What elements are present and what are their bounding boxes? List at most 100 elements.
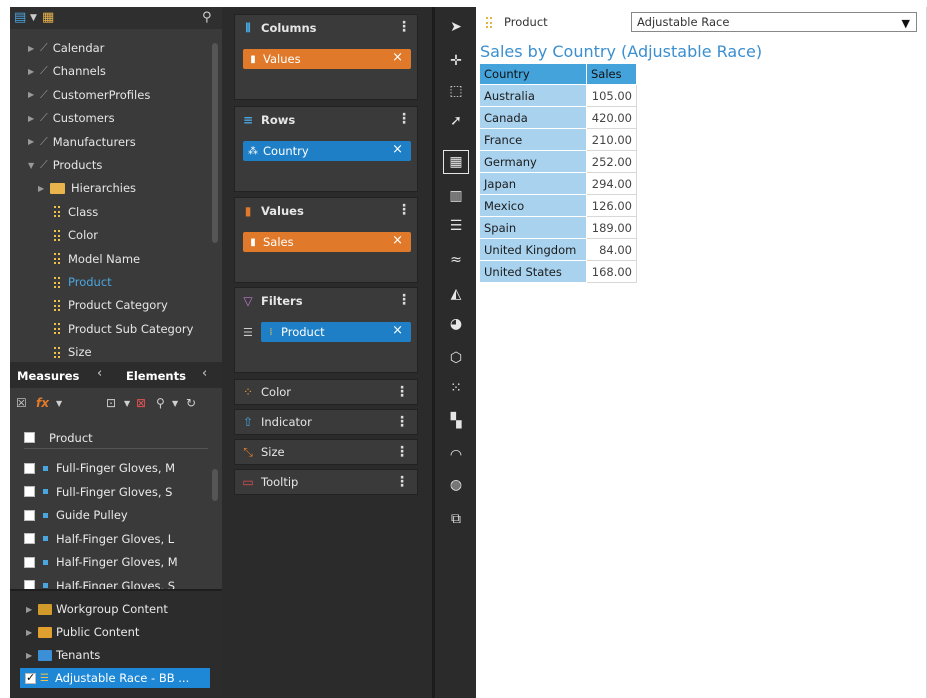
tree-item[interactable]: Product: [54, 271, 112, 293]
cursor-icon[interactable]: ➚: [443, 109, 469, 133]
values-well[interactable]: ▮ Values ⋮ ▮ Sales ×: [234, 197, 418, 283]
tree-item[interactable]: Size: [54, 341, 92, 363]
sales-cell[interactable]: 168.00: [586, 260, 637, 283]
sales-cell[interactable]: 420.00: [586, 106, 637, 129]
treemap-icon[interactable]: ▚: [443, 409, 469, 433]
country-cell[interactable]: United States: [479, 260, 587, 283]
country-cell[interactable]: France: [479, 128, 587, 151]
sales-cell[interactable]: 210.00: [586, 128, 637, 151]
sales-cell[interactable]: 84.00: [586, 238, 637, 261]
expand-arrow-icon[interactable]: ▶: [28, 67, 40, 76]
country-cell[interactable]: Canada: [479, 106, 587, 129]
members-scrollbar[interactable]: [212, 469, 218, 501]
chevron-left-icon[interactable]: ‹: [202, 366, 207, 381]
expand-arrow-icon[interactable]: ▶: [28, 114, 40, 123]
tooltip-well[interactable]: ▭ Tooltip ⋮: [234, 469, 418, 495]
refresh-icon[interactable]: ↻: [186, 396, 196, 410]
member-checkbox[interactable]: [24, 533, 35, 544]
content-tree-item[interactable]: ▶ Workgroup Content: [26, 599, 168, 619]
expand-arrow-icon[interactable]: ▶: [26, 605, 38, 614]
dropdown-caret-icon[interactable]: ▼: [124, 399, 130, 408]
member-checkbox[interactable]: [24, 509, 35, 521]
pointer-icon[interactable]: ➤: [443, 15, 469, 39]
size-well[interactable]: ⤡ Size ⋮: [234, 439, 418, 465]
expand-arrow-icon[interactable]: ▶: [26, 651, 38, 660]
member-checkbox[interactable]: [24, 486, 35, 497]
gauge-icon[interactable]: ◠: [443, 443, 469, 467]
member-list-item[interactable]: Guide Pulley: [24, 504, 128, 526]
country-cell[interactable]: United Kingdom: [479, 238, 587, 261]
dropdown-caret-icon[interactable]: ▼: [172, 399, 178, 408]
content-tree-item[interactable]: ▶ Tenants: [26, 645, 100, 665]
member-list-item[interactable]: Full-Finger Gloves, S: [24, 481, 172, 503]
remove-icon[interactable]: ×: [392, 323, 403, 338]
tree-item[interactable]: ▶ ⟋ Manufacturers: [28, 131, 136, 153]
chevron-left-icon[interactable]: ‹: [97, 366, 102, 381]
country-cell[interactable]: Mexico: [479, 194, 587, 217]
sales-cell[interactable]: 294.00: [586, 172, 637, 195]
search-icon[interactable]: ⚲: [156, 396, 165, 410]
member-list-item[interactable]: Half-Finger Gloves, L: [24, 528, 174, 550]
tree-item[interactable]: ▶ ⟋ Channels: [28, 60, 106, 82]
search-icon[interactable]: ⚲: [202, 10, 212, 25]
formula-icon[interactable]: fx: [36, 396, 49, 410]
more-options-icon[interactable]: ⋮: [395, 444, 409, 460]
tree-item[interactable]: Class: [54, 201, 98, 223]
remove-icon[interactable]: ×: [392, 50, 403, 65]
sales-cell[interactable]: 252.00: [586, 150, 637, 173]
tab-elements[interactable]: Elements: [126, 369, 186, 383]
tree-item[interactable]: ▶ ⟋ Customers: [28, 107, 115, 129]
more-options-icon[interactable]: ⋮: [397, 111, 411, 127]
collapse-arrow-icon[interactable]: ▼: [28, 161, 40, 170]
more-options-icon[interactable]: ⋮: [397, 202, 411, 218]
tree-item[interactable]: Product Category: [54, 294, 168, 316]
tree-scrollbar[interactable]: [212, 43, 218, 243]
select-all-checkbox[interactable]: [24, 432, 35, 443]
country-cell[interactable]: Japan: [479, 172, 587, 195]
country-cell[interactable]: Australia: [479, 84, 587, 107]
tree-item[interactable]: Product Sub Category: [54, 318, 193, 340]
tree-item[interactable]: ▶ ⟋ CustomerProfiles: [28, 84, 150, 106]
list-icon[interactable]: ☰: [443, 214, 469, 238]
country-cell[interactable]: Spain: [479, 216, 587, 239]
cube-icon[interactable]: ▦: [42, 10, 54, 25]
report-checkbox[interactable]: [25, 671, 36, 684]
select-region-icon[interactable]: ⬚: [443, 79, 469, 103]
area-chart-icon[interactable]: ◭: [443, 282, 469, 306]
grid-icon[interactable]: ▦: [443, 150, 469, 174]
tree-item[interactable]: Color: [54, 224, 98, 246]
clear-filter-icon[interactable]: ⊠: [136, 396, 146, 410]
rows-pill-country[interactable]: ⁂ Country ×: [243, 141, 411, 161]
dropdown-caret-icon[interactable]: ▼: [56, 399, 62, 408]
deselect-all-icon[interactable]: ☒: [16, 396, 27, 410]
column-header-country[interactable]: Country: [479, 63, 587, 85]
add-point-icon[interactable]: ✛: [443, 49, 469, 73]
member-list-item[interactable]: Full-Finger Gloves, M: [24, 457, 175, 479]
tree-view-icon[interactable]: ▤: [14, 10, 26, 25]
rows-well[interactable]: ≡ Rows ⋮ ⁂ Country ×: [234, 106, 418, 192]
expand-arrow-icon[interactable]: ▶: [28, 137, 40, 146]
pie-chart-icon[interactable]: ◕: [443, 312, 469, 336]
tree-item[interactable]: Model Name: [54, 248, 140, 270]
member-list-item[interactable]: Half-Finger Gloves, M: [24, 551, 178, 573]
radar-chart-icon[interactable]: ⬡: [443, 346, 469, 370]
content-tree-item[interactable]: ▶ Public Content: [26, 622, 139, 642]
color-well[interactable]: ⁘ Color ⋮: [234, 379, 418, 405]
custom-visual-icon[interactable]: ⧉: [443, 507, 469, 531]
line-chart-icon[interactable]: ≈: [443, 248, 469, 272]
tree-item[interactable]: ▶ Hierarchies: [38, 177, 136, 199]
columns-pill-values[interactable]: ▮ Values ×: [243, 49, 411, 69]
expand-arrow-icon[interactable]: ▶: [26, 628, 38, 637]
product-filter-dropdown[interactable]: Adjustable Race ▼: [631, 12, 917, 32]
members-header[interactable]: Product: [24, 427, 208, 449]
sales-cell[interactable]: 126.00: [586, 194, 637, 217]
expand-arrow-icon[interactable]: ▶: [28, 44, 40, 53]
columns-well[interactable]: ⫴ Columns ⋮ ▮ Values ×: [234, 14, 418, 100]
dropdown-caret-icon[interactable]: ▼: [30, 13, 37, 23]
chevron-down-icon[interactable]: ▼: [902, 15, 910, 33]
member-checkbox[interactable]: [24, 462, 35, 474]
remove-icon[interactable]: ×: [392, 142, 403, 157]
selected-report-item[interactable]: ☰ Adjustable Race - BB ...: [20, 668, 210, 688]
expand-arrow-icon[interactable]: ▶: [38, 184, 50, 193]
sales-cell[interactable]: 189.00: [586, 216, 637, 239]
